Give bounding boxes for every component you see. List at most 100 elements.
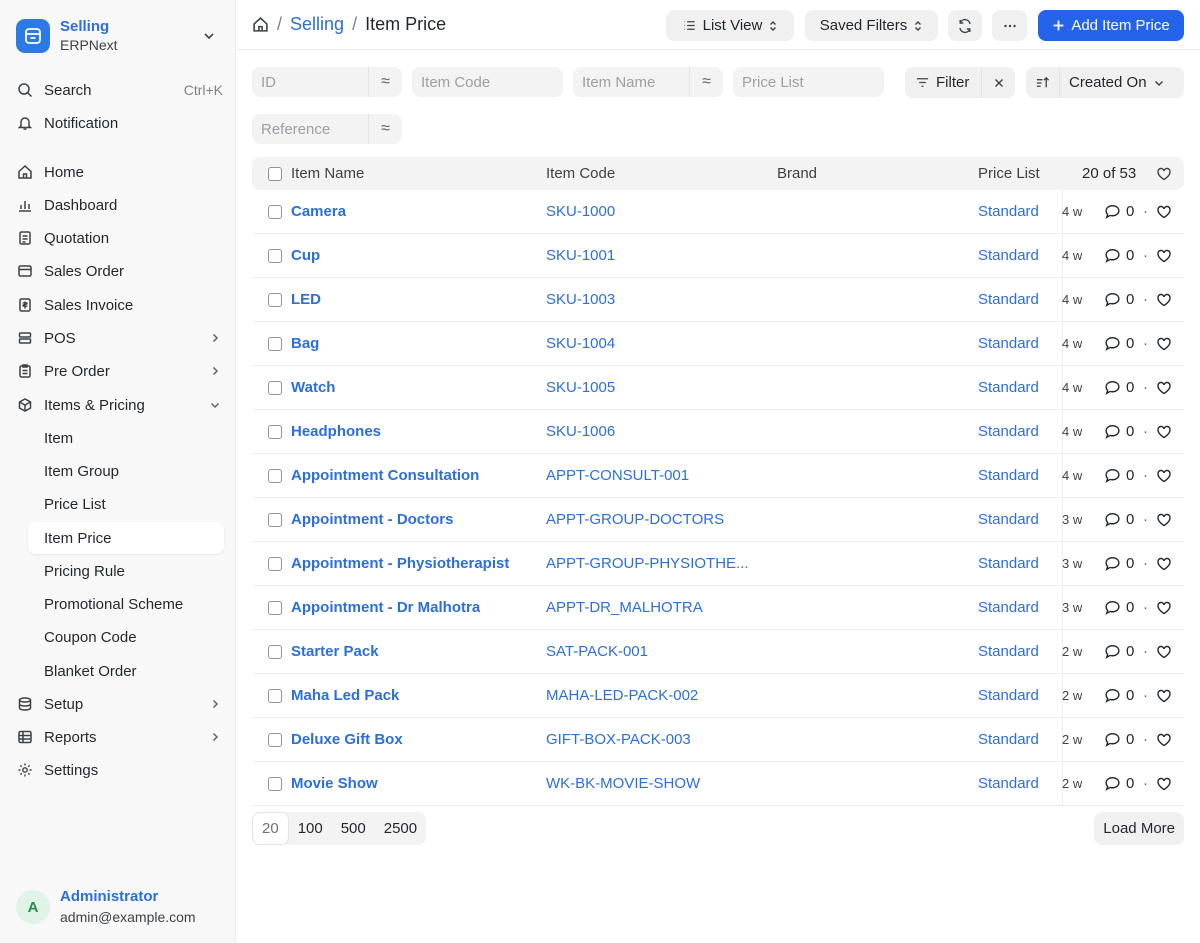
item-name-link[interactable]: Movie Show xyxy=(291,762,378,805)
comment-icon[interactable] xyxy=(1104,278,1121,321)
item-name-filter[interactable]: Item Name ≈ xyxy=(573,67,723,97)
item-code-link[interactable]: MAHA-LED-PACK-002 xyxy=(546,674,698,717)
page-size-20[interactable]: 20 xyxy=(252,812,289,845)
comment-icon[interactable] xyxy=(1104,630,1121,673)
heart-icon[interactable] xyxy=(1156,586,1172,629)
sidebar-item-reports[interactable]: Reports xyxy=(16,722,223,752)
home-icon[interactable] xyxy=(252,16,269,33)
item-name-link[interactable]: Camera xyxy=(291,190,346,233)
price-list-link[interactable]: Standard xyxy=(978,542,1046,585)
list-view-button[interactable]: List View xyxy=(666,10,794,41)
filter-button[interactable]: Filter xyxy=(905,67,1015,98)
heart-icon[interactable] xyxy=(1156,454,1172,497)
item-code-link[interactable]: SKU-1003 xyxy=(546,278,615,321)
table-row[interactable]: Movie Show WK-BK-MOVIE-SHOW Standard 2 w 0 · xyxy=(252,762,1184,806)
comment-icon[interactable] xyxy=(1104,542,1121,585)
comment-icon[interactable] xyxy=(1104,762,1121,805)
item-name-link[interactable]: Appointment Consultation xyxy=(291,454,479,497)
price-list-link[interactable]: Standard xyxy=(978,322,1046,365)
sidebar-item-pre-order[interactable]: Pre Order xyxy=(16,356,223,386)
row-checkbox[interactable] xyxy=(268,674,282,717)
item-name-link[interactable]: Maha Led Pack xyxy=(291,674,399,717)
price-list-link[interactable]: Standard xyxy=(978,498,1046,541)
heart-icon[interactable] xyxy=(1156,366,1172,409)
price-list-link[interactable]: Standard xyxy=(978,630,1046,673)
price-list-link[interactable]: Standard xyxy=(978,278,1046,321)
row-checkbox[interactable] xyxy=(268,322,282,365)
price-list-link[interactable]: Standard xyxy=(978,586,1046,629)
heart-icon[interactable] xyxy=(1156,542,1172,585)
table-row[interactable]: Appointment - Physiotherapist APPT-GROUP-… xyxy=(252,542,1184,586)
page-size-100[interactable]: 100 xyxy=(289,812,332,845)
header-brand[interactable]: Brand xyxy=(777,157,817,190)
item-code-link[interactable]: SKU-1005 xyxy=(546,366,615,409)
heart-icon[interactable] xyxy=(1156,498,1172,541)
heart-icon[interactable] xyxy=(1156,278,1172,321)
comment-icon[interactable] xyxy=(1104,322,1121,365)
row-checkbox[interactable] xyxy=(268,366,282,409)
heart-icon[interactable] xyxy=(1156,157,1172,190)
price-list-link[interactable]: Standard xyxy=(978,234,1046,277)
item-code-link[interactable]: APPT-DR_MALHOTRA xyxy=(546,586,703,629)
heart-icon[interactable] xyxy=(1156,234,1172,277)
comment-icon[interactable] xyxy=(1104,366,1121,409)
heart-icon[interactable] xyxy=(1156,322,1172,365)
heart-icon[interactable] xyxy=(1156,718,1172,761)
table-row[interactable]: Watch SKU-1005 Standard 4 w 0 · xyxy=(252,366,1184,410)
table-row[interactable]: Headphones SKU-1006 Standard 4 w 0 · xyxy=(252,410,1184,454)
sort-order-icon[interactable] xyxy=(1026,67,1060,98)
row-checkbox[interactable] xyxy=(268,190,282,233)
item-code-link[interactable]: GIFT-BOX-PACK-003 xyxy=(546,718,691,761)
item-name-link[interactable]: Bag xyxy=(291,322,319,365)
item-code-link[interactable]: APPT-CONSULT-001 xyxy=(546,454,689,497)
heart-icon[interactable] xyxy=(1156,630,1172,673)
comment-icon[interactable] xyxy=(1104,718,1121,761)
row-checkbox[interactable] xyxy=(268,498,282,541)
user-menu[interactable]: A Administrator admin@example.com xyxy=(16,887,196,927)
item-code-filter[interactable]: Item Code xyxy=(412,67,563,97)
sidebar-item-setup[interactable]: Setup xyxy=(16,689,223,719)
table-row[interactable]: Appointment Consultation APPT-CONSULT-001… xyxy=(252,454,1184,498)
row-checkbox[interactable] xyxy=(268,542,282,585)
sidebar-item-price-list[interactable]: Price List xyxy=(28,488,224,520)
clear-filter-icon[interactable] xyxy=(981,67,1015,98)
item-code-link[interactable]: SKU-1000 xyxy=(546,190,615,233)
row-checkbox[interactable] xyxy=(268,278,282,321)
item-code-link[interactable]: SKU-1004 xyxy=(546,322,615,365)
item-code-link[interactable]: SAT-PACK-001 xyxy=(546,630,648,673)
header-price-list[interactable]: Price List xyxy=(978,157,1046,190)
price-list-link[interactable]: Standard xyxy=(978,718,1046,761)
item-name-link[interactable]: LED xyxy=(291,278,321,321)
approx-icon[interactable]: ≈ xyxy=(368,67,402,97)
row-checkbox[interactable] xyxy=(268,762,282,805)
sidebar-item-item-group[interactable]: Item Group xyxy=(28,455,224,487)
table-row[interactable]: Maha Led Pack MAHA-LED-PACK-002 Standard 2 … xyxy=(252,674,1184,718)
reference-filter[interactable]: Reference ≈ xyxy=(252,114,402,144)
item-name-link[interactable]: Watch xyxy=(291,366,335,409)
sidebar-item-pricing-rule[interactable]: Pricing Rule xyxy=(28,555,224,587)
sidebar-item-item[interactable]: Item xyxy=(28,422,224,454)
comment-icon[interactable] xyxy=(1104,454,1121,497)
table-row[interactable]: Deluxe Gift Box GIFT-BOX-PACK-003 Standard… xyxy=(252,718,1184,762)
row-checkbox[interactable] xyxy=(268,718,282,761)
price-list-link[interactable]: Standard xyxy=(978,454,1046,497)
price-list-link[interactable]: Standard xyxy=(978,762,1046,805)
price-list-link[interactable]: Standard xyxy=(978,410,1046,453)
table-row[interactable]: Starter Pack SAT-PACK-001 Standard 2 w 0 · xyxy=(252,630,1184,674)
row-checkbox[interactable] xyxy=(268,630,282,673)
comment-icon[interactable] xyxy=(1104,498,1121,541)
item-name-link[interactable]: Appointment - Physiotherapist xyxy=(291,542,509,585)
item-name-link[interactable]: Headphones xyxy=(291,410,381,453)
header-item-code[interactable]: Item Code xyxy=(546,157,615,190)
sidebar-item-settings[interactable]: Settings xyxy=(16,755,223,785)
workspace-switcher[interactable]: Selling ERPNext xyxy=(16,12,219,60)
comment-icon[interactable] xyxy=(1104,234,1121,277)
heart-icon[interactable] xyxy=(1156,410,1172,453)
row-checkbox[interactable] xyxy=(268,234,282,277)
table-row[interactable]: Appointment - Doctors APPT-GROUP-DOCTORS S… xyxy=(252,498,1184,542)
sidebar-item-pos[interactable]: POS xyxy=(16,323,223,353)
heart-icon[interactable] xyxy=(1156,674,1172,717)
header-item-name[interactable]: Item Name xyxy=(291,157,364,190)
comment-icon[interactable] xyxy=(1104,674,1121,717)
approx-icon[interactable]: ≈ xyxy=(368,114,402,144)
